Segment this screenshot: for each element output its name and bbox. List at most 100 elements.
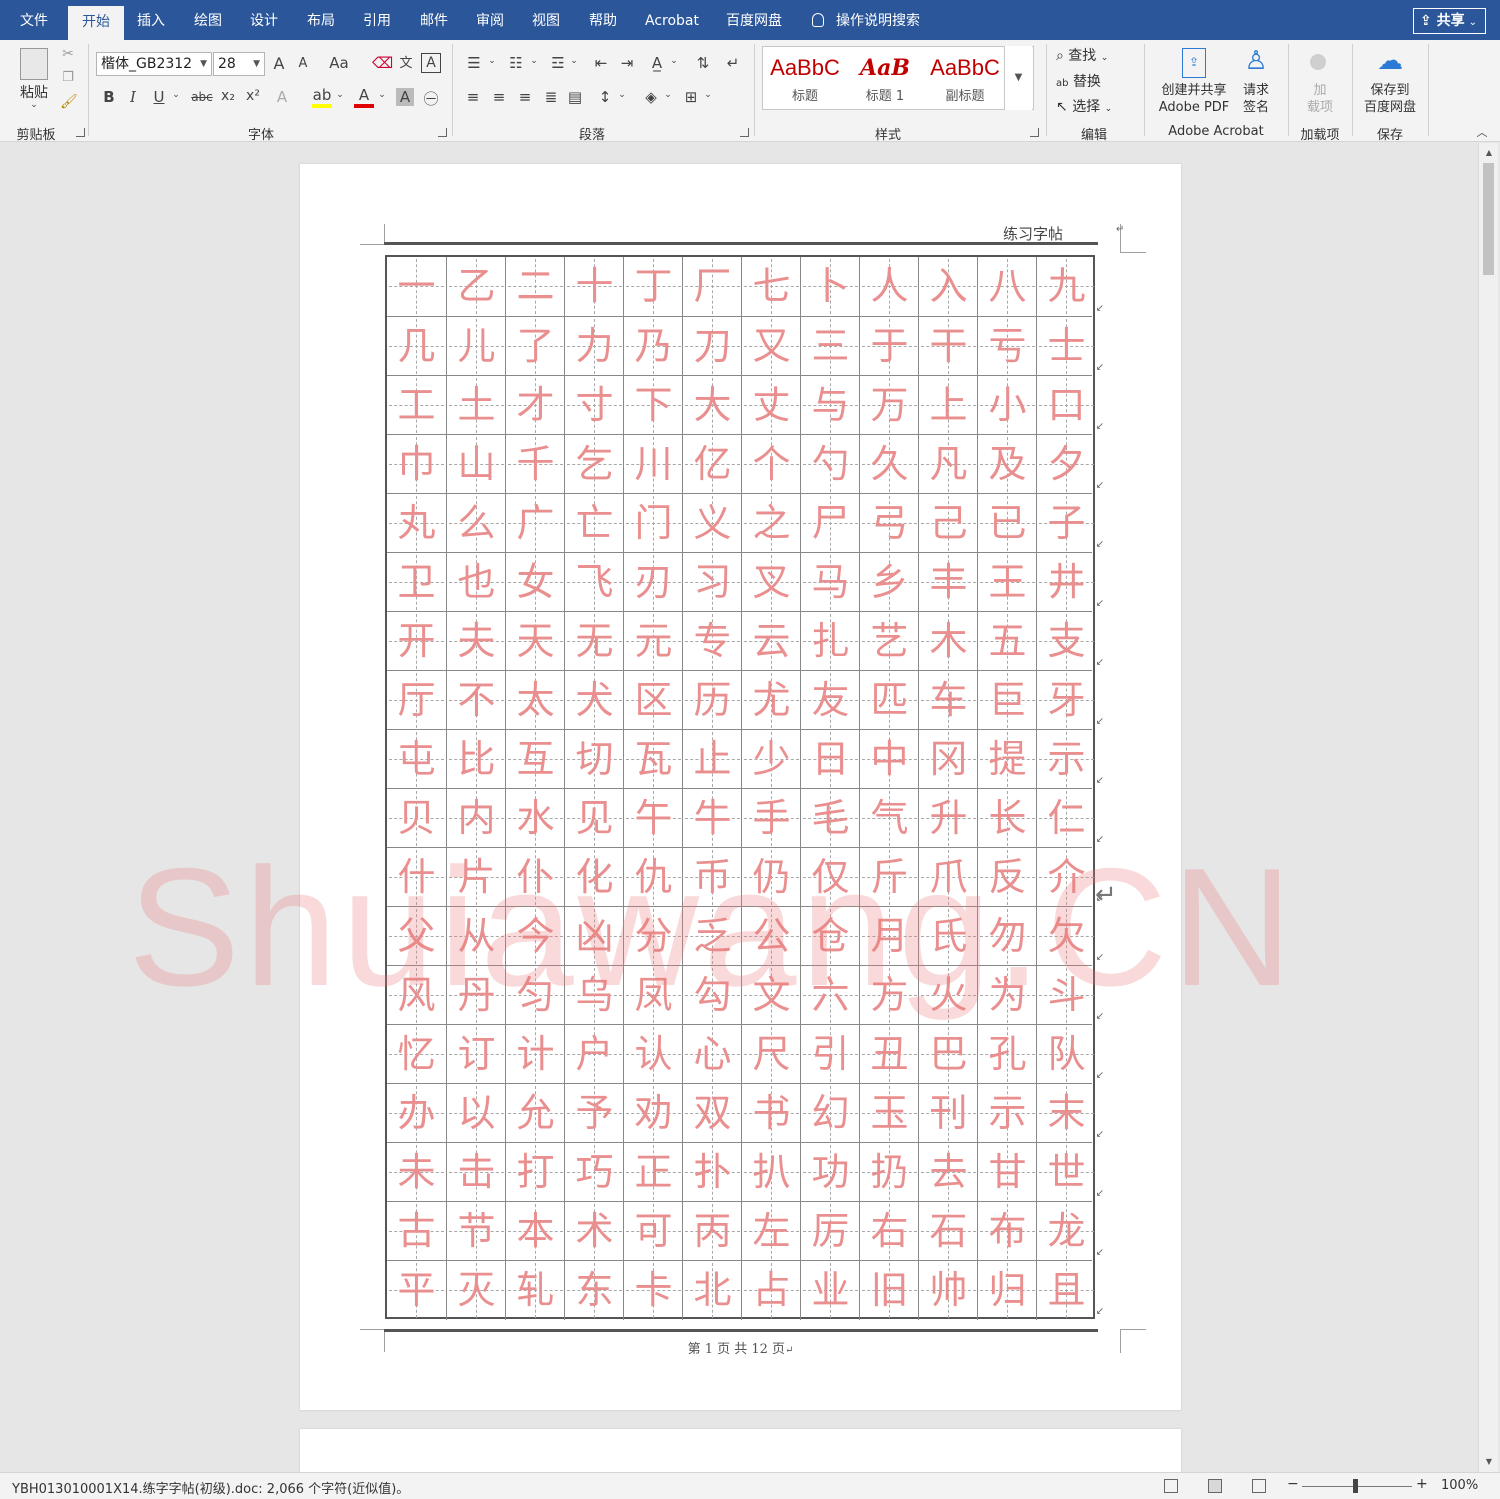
document-page[interactable]: ↵ 练习字帖 一乙二十丁厂七卜人入八九 ↙ 几儿了力乃刀又三于干亏士 ↙ 工土才寸下大丈… <box>300 164 1181 1410</box>
grow-font-button[interactable]: A <box>270 54 288 73</box>
style-heading-1[interactable]: AaB 标题 1 <box>845 47 925 109</box>
request-signature-button[interactable]: 请求 签名 <box>1236 82 1276 116</box>
chevron-down-icon[interactable]: ⌄ <box>668 56 680 66</box>
tab-design[interactable]: 设计 <box>238 0 290 40</box>
chevron-down-icon[interactable]: ⌄ <box>486 56 498 66</box>
chevron-down-icon[interactable]: ⌄ <box>334 90 346 100</box>
collapse-ribbon-icon[interactable]: ︿ <box>1474 124 1490 140</box>
tab-file[interactable]: 文件 <box>8 0 60 40</box>
highlight-icon[interactable]: ab <box>312 86 332 108</box>
share-button[interactable]: ⇪ 共享 ⌄ <box>1413 8 1486 34</box>
clipboard-launcher-icon[interactable] <box>76 128 85 137</box>
tab-help[interactable]: 帮助 <box>577 0 629 40</box>
web-layout-icon[interactable] <box>1252 1479 1266 1493</box>
paste-icon[interactable] <box>20 48 48 80</box>
phonetic-guide-icon[interactable]: 文 <box>396 52 416 71</box>
shading-icon[interactable]: ◈ <box>640 88 662 106</box>
chevron-down-icon[interactable]: ⌄ <box>528 56 540 66</box>
bold-button[interactable]: B <box>100 88 118 106</box>
create-share-pdf-button[interactable]: 创建并共享 Adobe PDF <box>1152 82 1236 116</box>
character-shading-button[interactable]: A <box>396 88 414 106</box>
tab-acrobat[interactable]: Acrobat <box>636 0 708 40</box>
zoom-in-icon[interactable]: + <box>1416 1476 1428 1492</box>
zoom-level[interactable]: 100% <box>1441 1478 1478 1493</box>
sort-icon[interactable]: ⇅ <box>692 54 714 72</box>
addins-icon[interactable] <box>1310 54 1326 70</box>
decrease-indent-icon[interactable]: ⇤ <box>590 54 612 72</box>
find-button[interactable]: ⌕ 查找 ⌄ <box>1056 45 1136 65</box>
show-marks-icon[interactable]: ↵ <box>722 54 744 72</box>
format-painter-icon[interactable]: 🖌 <box>60 94 78 110</box>
chevron-down-icon[interactable]: ⌄ <box>568 56 580 66</box>
enclose-characters-icon[interactable]: ㊀ <box>421 88 441 109</box>
addins-button[interactable]: 加 载项 <box>1300 82 1340 116</box>
font-family-select[interactable]: 楷体_GB2312 ▼ <box>96 52 212 76</box>
zoom-out-icon[interactable]: − <box>1287 1476 1299 1492</box>
borders-icon[interactable]: ⊞ <box>680 88 702 106</box>
scroll-down-icon[interactable]: ▼ <box>1479 1454 1499 1470</box>
multilevel-list-icon[interactable]: ☲ <box>546 54 570 72</box>
subscript-button[interactable]: x₂ <box>218 88 238 104</box>
styles-more-icon[interactable]: ▼ <box>1004 46 1032 110</box>
scrollbar-thumb[interactable] <box>1483 163 1494 275</box>
align-center-icon[interactable]: ≡ <box>488 88 510 106</box>
numbering-icon[interactable]: ☷ <box>504 54 528 72</box>
align-left-icon[interactable]: ≡ <box>462 88 484 106</box>
zoom-slider-thumb[interactable] <box>1353 1479 1358 1493</box>
read-mode-icon[interactable] <box>1164 1479 1178 1493</box>
chevron-down-icon[interactable]: ⌄ <box>702 90 714 100</box>
document-page-next[interactable] <box>300 1429 1181 1472</box>
tell-me-search[interactable]: 操作说明搜索 <box>812 0 920 40</box>
tab-review[interactable]: 审阅 <box>464 0 516 40</box>
chevron-down-icon[interactable]: ⌄ <box>376 90 388 100</box>
text-effects-icon[interactable]: A <box>272 88 292 106</box>
justify-icon[interactable]: ≣ <box>540 88 562 106</box>
tab-baidu-netdisk[interactable]: 百度网盘 <box>716 0 792 40</box>
chevron-down-icon[interactable]: ⌄ <box>170 90 182 100</box>
select-button[interactable]: ↖ 选择 ⌄ <box>1056 96 1136 116</box>
paragraph-launcher-icon[interactable] <box>740 128 749 137</box>
print-layout-icon[interactable] <box>1208 1479 1222 1493</box>
shrink-font-button[interactable]: A <box>294 56 312 71</box>
chevron-down-icon[interactable]: ⌄ <box>616 90 628 100</box>
character-border-icon[interactable]: A <box>421 53 441 73</box>
copy-icon[interactable]: ❐ <box>60 70 76 85</box>
baidu-cloud-icon[interactable]: ☁ <box>1372 46 1408 76</box>
replace-button[interactable]: ab 替换 <box>1056 71 1136 91</box>
clear-formatting-icon[interactable]: ⌫ <box>372 54 393 72</box>
font-color-button[interactable]: A <box>354 86 374 108</box>
align-right-icon[interactable]: ≡ <box>514 88 536 106</box>
tab-mailings[interactable]: 邮件 <box>408 0 460 40</box>
bullets-icon[interactable]: ☰ <box>462 54 486 72</box>
tab-layout[interactable]: 布局 <box>295 0 347 40</box>
underline-button[interactable]: U <box>150 88 168 106</box>
font-size-select[interactable]: 28 ▼ <box>213 52 265 76</box>
tab-insert[interactable]: 插入 <box>126 0 176 40</box>
cut-icon[interactable]: ✂ <box>60 46 76 62</box>
style-subtitle[interactable]: AaBbC 副标题 <box>925 47 1005 109</box>
tab-view[interactable]: 视图 <box>520 0 572 40</box>
chevron-down-icon[interactable]: ⌄ <box>14 100 54 110</box>
strikethrough-button[interactable]: abc <box>188 90 216 104</box>
tab-draw[interactable]: 绘图 <box>182 0 234 40</box>
paste-button[interactable]: 粘贴 <box>14 82 54 102</box>
superscript-button[interactable]: x² <box>243 88 263 104</box>
vertical-scrollbar[interactable]: ▲ ▼ <box>1478 143 1498 1472</box>
change-case-button[interactable]: Aa <box>324 54 354 72</box>
request-signature-icon[interactable]: ♙ <box>1240 46 1272 76</box>
chinese-layout-icon[interactable]: A̲ <box>646 54 668 72</box>
styles-launcher-icon[interactable] <box>1030 128 1039 137</box>
scroll-up-icon[interactable]: ▲ <box>1479 145 1499 161</box>
chevron-down-icon[interactable]: ⌄ <box>662 90 674 100</box>
italic-button[interactable]: I <box>124 88 142 106</box>
create-pdf-icon[interactable]: ⇪ <box>1182 48 1206 78</box>
distributed-icon[interactable]: ▤ <box>564 88 586 106</box>
save-to-netdisk-button[interactable]: 保存到 百度网盘 <box>1358 82 1422 116</box>
style-title[interactable]: AaBbC 标题 <box>765 47 845 109</box>
font-launcher-icon[interactable] <box>438 128 447 137</box>
document-area[interactable]: ↵ 练习字帖 一乙二十丁厂七卜人入八九 ↙ 几儿了力乃刀又三于干亏士 ↙ 工土才寸下大丈… <box>0 143 1500 1472</box>
tab-references[interactable]: 引用 <box>351 0 403 40</box>
tab-home[interactable]: 开始 <box>68 6 124 40</box>
line-spacing-icon[interactable]: ↕ <box>594 88 616 106</box>
increase-indent-icon[interactable]: ⇥ <box>616 54 638 72</box>
